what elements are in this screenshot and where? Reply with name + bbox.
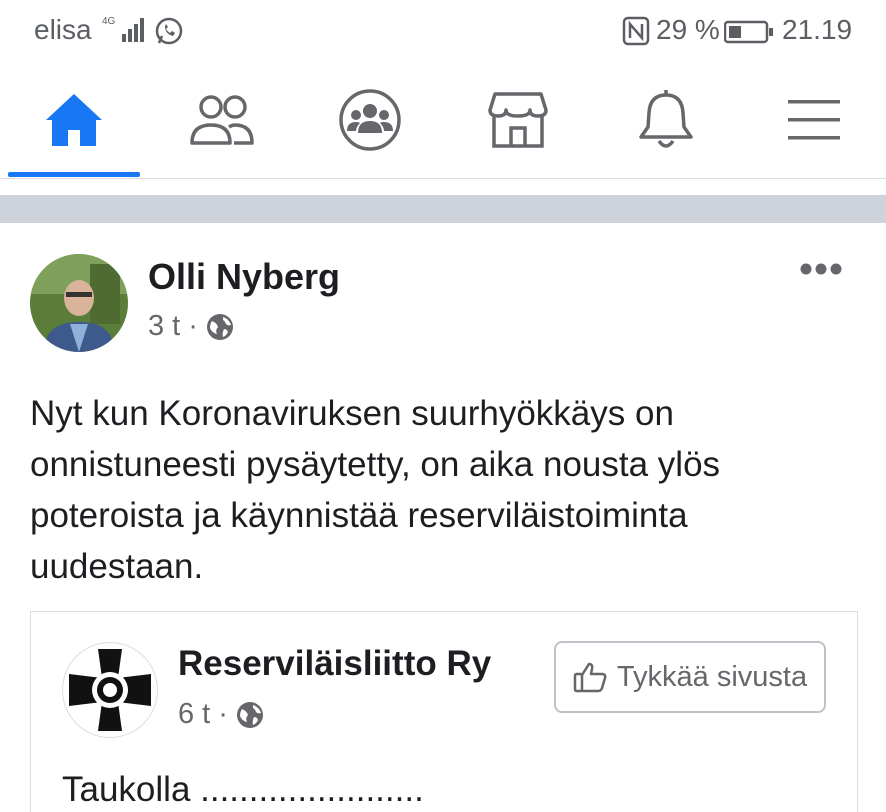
more-options-icon [800, 263, 842, 275]
network-type: 4G [102, 16, 116, 27]
friends-icon [190, 95, 254, 145]
shared-post-meta: 6 t · [178, 698, 264, 731]
post-meta: 3 t · [148, 310, 234, 343]
post-time[interactable]: 3 t [148, 310, 180, 343]
menu-icon [788, 100, 840, 140]
signal-icon: 4G [102, 14, 148, 49]
groups-icon [339, 89, 401, 151]
tab-notifications[interactable] [592, 62, 740, 178]
meta-separator: · [188, 310, 198, 342]
shared-post-time[interactable]: 6 t [178, 698, 210, 731]
carrier-name: elisa [34, 14, 92, 45]
home-icon [46, 94, 102, 146]
clock: 21.19 [782, 14, 853, 45]
tab-friends[interactable] [148, 62, 296, 178]
like-page-label: Tykkää sivusta [616, 660, 808, 693]
globe-icon [206, 313, 233, 340]
shared-page-name[interactable]: Reserviläisliitto Ry [178, 644, 491, 684]
bell-icon [639, 90, 693, 148]
post-author-name[interactable]: Olli Nyberg [148, 256, 340, 298]
status-bar: elisa 4G 29 % 21.19 [0, 0, 886, 62]
globe-icon [236, 701, 263, 728]
page-logo[interactable] [62, 642, 158, 738]
thumbs-up-icon [573, 662, 607, 693]
author-avatar[interactable] [30, 254, 128, 352]
post-text: Nyt kun Koronaviruksen suurhyökkäys on o… [30, 394, 721, 586]
tab-menu[interactable] [740, 62, 886, 178]
whatsapp-icon [154, 16, 184, 51]
shared-post-text: Taukolla ....................... [62, 770, 424, 809]
battery-icon [723, 20, 774, 49]
tab-marketplace[interactable] [444, 62, 592, 178]
top-nav-bar [0, 62, 886, 179]
like-page-button[interactable]: Tykkää sivusta [554, 641, 826, 713]
tab-groups[interactable] [296, 62, 444, 178]
post-options-button[interactable] [800, 262, 842, 281]
active-tab-indicator [8, 172, 140, 177]
tab-home[interactable] [0, 62, 148, 178]
meta-separator: · [218, 698, 228, 730]
battery-percent: 29 % [656, 14, 720, 45]
marketplace-icon [488, 92, 548, 148]
nfc-icon [622, 16, 650, 51]
feed-separator [0, 195, 886, 223]
